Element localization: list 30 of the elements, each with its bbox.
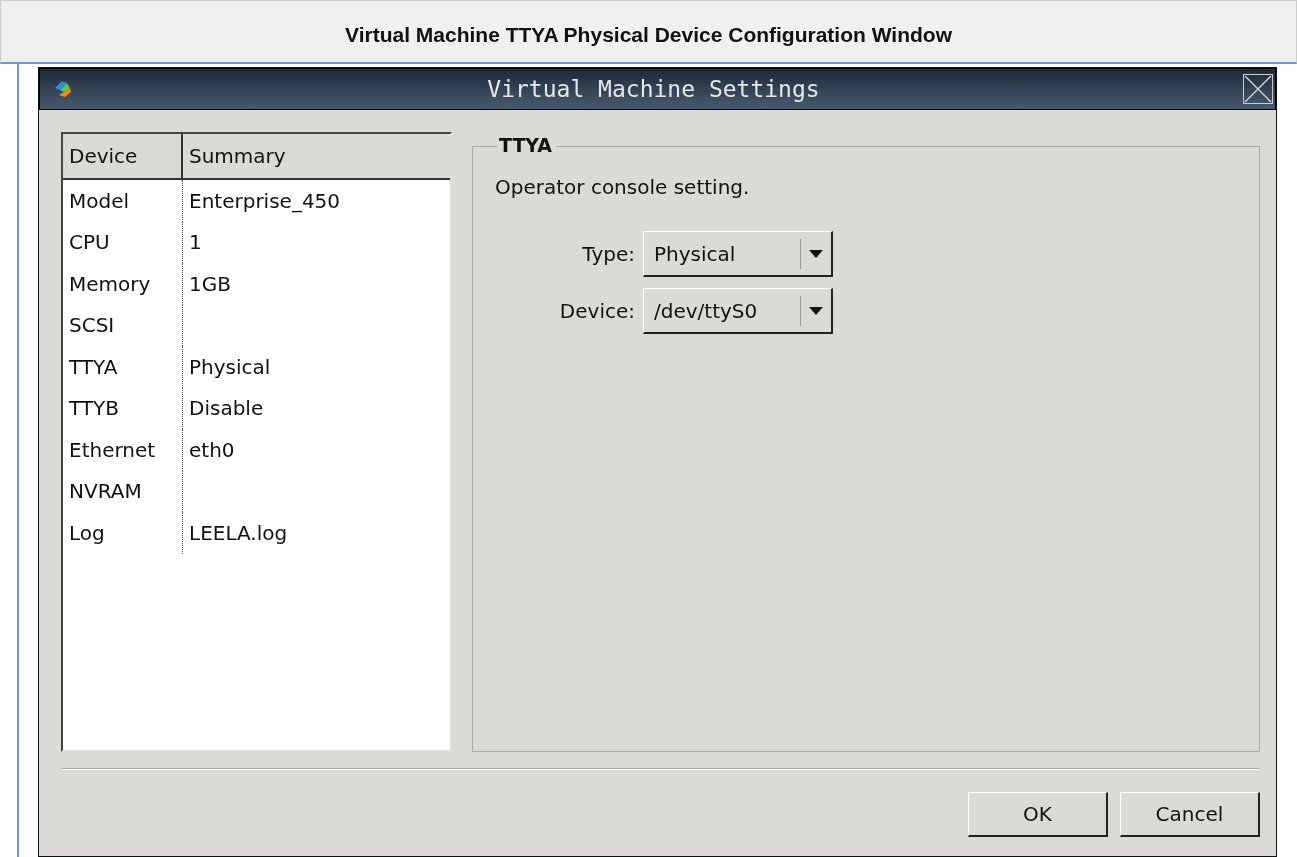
- column-header[interactable]: Summary: [183, 134, 450, 178]
- field-label: Device:: [558, 299, 635, 323]
- table-cell: 1GB: [189, 271, 231, 296]
- table-cell: TTYB: [69, 396, 120, 421]
- table-cell: Ethernet: [69, 437, 156, 462]
- table-cell: Model: [69, 188, 130, 213]
- dropdown[interactable]: Physical: [643, 231, 833, 277]
- description-text: Operator console setting.: [495, 175, 751, 199]
- dropdown-arrow-icon: [809, 306, 823, 315]
- table-cell: eth0: [189, 437, 235, 462]
- close-button[interactable]: [1243, 74, 1273, 104]
- dialog-button[interactable]: Cancel: [1120, 792, 1260, 837]
- field-label: Type:: [581, 242, 635, 266]
- dropdown-arrow-icon: [809, 249, 823, 258]
- dialog-button[interactable]: OK: [968, 792, 1108, 837]
- table-cell: LEELA.log: [189, 520, 288, 545]
- table-cell: Enterprise_450: [189, 188, 341, 213]
- table-cell: NVRAM: [69, 479, 142, 504]
- page-title: Virtual Machine TTYA Physical Device Configuration Window: [345, 22, 952, 47]
- table-cell: Disable: [189, 396, 264, 421]
- table-cell: Log: [69, 520, 105, 545]
- dropdown[interactable]: /dev/ttyS0: [643, 288, 833, 334]
- table-cell: Memory: [69, 271, 151, 296]
- table-cell: Physical: [189, 354, 271, 379]
- table-cell: SCSI: [69, 313, 115, 338]
- column-header[interactable]: Device: [63, 134, 183, 178]
- table-cell: CPU: [69, 230, 110, 255]
- table-cell: 1: [189, 230, 202, 255]
- window-title: Virtual Machine Settings: [486, 76, 821, 102]
- table-cell: TTYA: [69, 354, 118, 379]
